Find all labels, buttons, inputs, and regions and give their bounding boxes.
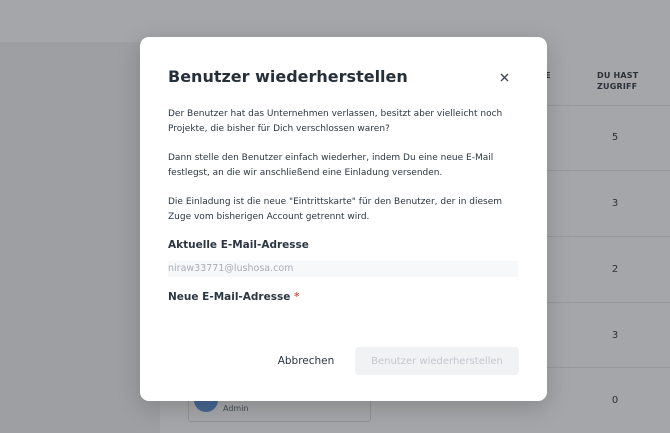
restore-user-button[interactable]: Benutzer wiederherstellen bbox=[355, 347, 519, 375]
new-email-input[interactable] bbox=[168, 307, 518, 329]
required-marker: * bbox=[294, 291, 300, 303]
dialog-paragraph-2: Dann stelle den Benutzer einfach wiederh… bbox=[168, 153, 494, 178]
close-icon bbox=[500, 73, 508, 81]
dialog-title: Benutzer wiederherstellen bbox=[168, 67, 408, 86]
restore-user-dialog: Benutzer wiederherstellen Der Benutzer h… bbox=[140, 37, 547, 401]
current-email-field: niraw33771@lushosa.com bbox=[168, 261, 518, 277]
dialog-paragraph-3: Die Einladung ist die neue "Eintrittskar… bbox=[168, 197, 503, 222]
cancel-button[interactable]: Abbrechen bbox=[264, 348, 348, 374]
new-email-label-text: Neue E-Mail-Adresse bbox=[168, 291, 291, 303]
dialog-paragraph-1: Der Benutzer hat das Unternehmen verlass… bbox=[168, 109, 503, 134]
new-email-label: Neue E-Mail-Adresse * bbox=[168, 291, 300, 303]
current-email-label: Aktuelle E-Mail-Adresse bbox=[168, 239, 309, 251]
close-button[interactable] bbox=[495, 68, 513, 86]
